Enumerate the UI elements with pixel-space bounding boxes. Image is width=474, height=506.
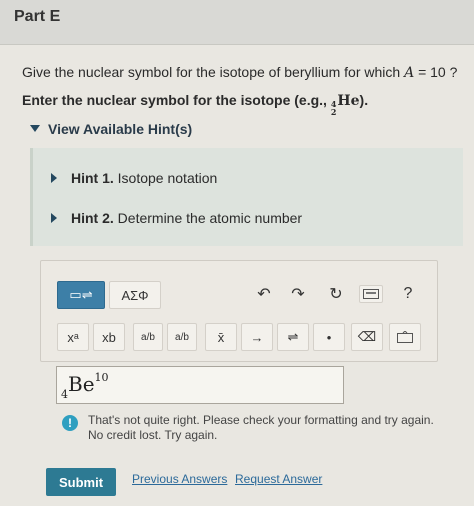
caret-right-icon [51,213,57,223]
feedback-message: That's not quite right. Please check you… [88,413,434,443]
question-variable: A [404,65,415,81]
fraction-alt-button[interactable]: a/b [167,323,197,351]
part-title: Part E [14,8,61,25]
answer-mass-number: 10 [94,371,109,384]
feedback-line-1: That's not quite right. Please check you… [88,413,434,427]
templates-button[interactable]: ▭⇌ [57,281,105,309]
keyboard-toggle-button[interactable] [389,323,421,351]
info-icon: ! [62,415,78,431]
answer-symbol: Be [68,372,95,396]
undo-icon[interactable]: ↶ [251,281,277,307]
hint-1-label: Isotope notation [117,170,218,186]
example-atomic-number: 2 [330,107,337,117]
submit-button[interactable]: Submit [46,468,116,496]
caret-down-icon [30,125,40,132]
fraction-button[interactable]: a/b [133,323,163,351]
previous-answers-link[interactable]: Previous Answers [132,472,227,486]
request-answer-link[interactable]: Request Answer [235,472,322,486]
dot-button[interactable]: • [313,323,345,351]
prompt-label: Enter the nuclear symbol for the isotope… [22,92,331,108]
question-equation: = 10 ? [414,64,458,80]
hints-panel: Hint 1. Isotope notation Hint 2. Determi… [30,148,463,246]
hint-1-number: Hint 1. [71,170,114,186]
question-prefix: Give the nuclear symbol for the isotope … [22,64,405,80]
view-hints-label: View Available Hint(s) [48,121,193,137]
redo-icon[interactable]: ↷ [285,281,311,307]
fraction-alt-label: a/b [175,331,189,343]
hint-2-label: Determine the atomic number [117,210,303,226]
feedback-line-2: No credit lost. Try again. [88,428,218,442]
caret-right-icon [51,173,57,183]
answer-value: 4Be10 [61,371,109,401]
greek-symbols-button[interactable]: ΑΣΦ [109,281,161,309]
equilibrium-arrow-icon: ⇌ [287,329,299,344]
answer-atomic-number: 4 [61,388,68,401]
delete-button[interactable]: ⌫ [351,323,383,351]
superscript-label: xᵃ [67,329,79,345]
prompt-text: Enter the nuclear symbol for the isotope… [22,92,368,116]
view-hints-toggle[interactable]: View Available Hint(s) [30,121,192,137]
question-text: Give the nuclear symbol for the isotope … [22,64,457,81]
help-icon[interactable]: ? [395,281,421,307]
delete-icon: ⌫ [357,329,377,344]
subscript-button[interactable]: xb [93,323,125,351]
keyboard-icon[interactable] [359,285,383,303]
reset-icon[interactable]: ↻ [323,281,349,307]
hint-2[interactable]: Hint 2. Determine the atomic number [51,210,302,226]
answer-input[interactable]: 4Be10 [56,366,344,404]
hint-1[interactable]: Hint 1. Isotope notation [51,170,217,186]
math-editor-toolbar: ▭⇌ ΑΣΦ ↶ ↷ ↻ ? xᵃ xb a/b a/b x̄ → ⇌ • ⌫ [40,260,438,362]
equilibrium-arrow-button[interactable]: ⇌ [277,323,309,351]
vector-bar-button[interactable]: x̄ [205,323,237,351]
example-symbol: He [337,93,360,109]
reaction-arrow-icon: → [250,329,264,345]
superscript-button[interactable]: xᵃ [57,323,89,351]
vector-bar-label: x̄ [217,329,225,345]
reaction-arrow-button[interactable]: → [241,323,273,351]
fraction-label: a/b [141,331,155,343]
keyboard-toggle-icon [397,331,413,343]
subscript-label: xb [102,329,116,345]
part-header: Part E [0,0,474,45]
prompt-suffix: ). [359,92,369,108]
example-isotope: 4 2 He [331,93,360,116]
keyboard-glyph-icon [363,289,379,299]
hint-2-number: Hint 2. [71,210,114,226]
dot-icon: • [326,329,332,345]
greek-symbols-label: ΑΣΦ [121,287,149,303]
templates-icon: ▭⇌ [69,287,93,302]
